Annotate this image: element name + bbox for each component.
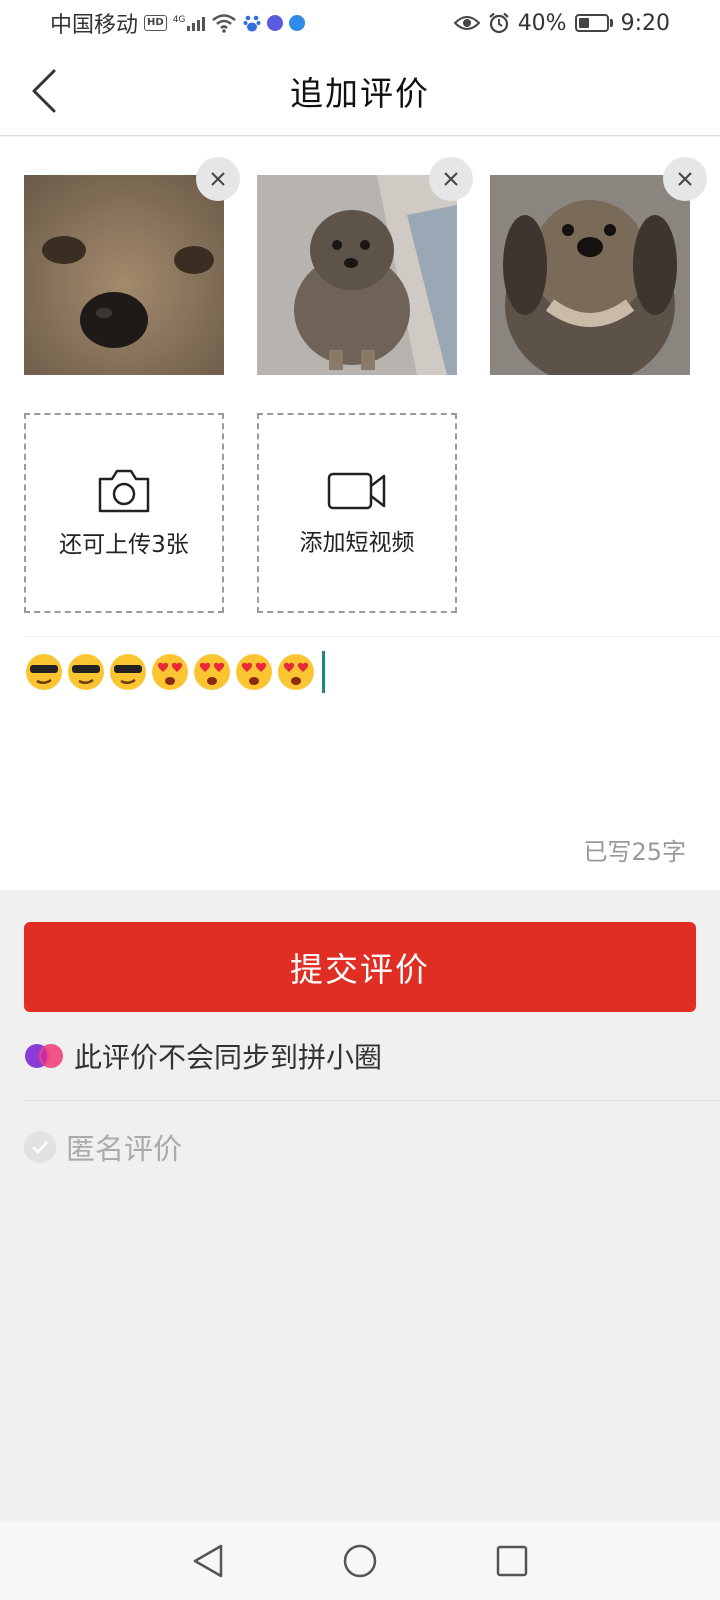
signal-icon: 4G <box>173 15 206 31</box>
hd-icon: HD <box>144 15 167 31</box>
text-caret <box>322 651 325 693</box>
battery-percent: 40% <box>517 10 567 36</box>
status-bar: 中国移动 HD 4G 40% 9:20 <box>0 0 720 46</box>
square-recents-icon <box>496 1545 528 1577</box>
cool-face-emoji <box>110 654 146 690</box>
add-video-label: 添加短视频 <box>299 530 415 556</box>
char-count: 已写25字 <box>583 838 686 866</box>
triangle-back-icon <box>193 1544 223 1578</box>
network-type-label: 4G <box>172 15 186 25</box>
submit-review-button[interactable]: 提交评价 <box>24 922 696 1012</box>
heart-eyes-emoji <box>278 654 314 690</box>
close-icon <box>211 172 225 186</box>
remove-photo-button[interactable] <box>429 157 473 201</box>
dog-portrait-photo[interactable] <box>490 175 690 375</box>
back-arrow-icon <box>32 69 56 113</box>
eye-icon <box>453 16 480 30</box>
nav-back-button[interactable] <box>184 1537 232 1585</box>
video-camera-icon <box>327 472 386 510</box>
header: 追加评价 <box>0 46 720 136</box>
anonymous-label: 匿名评价 <box>66 1132 183 1166</box>
review-content: 还可上传3张 添加短视频 已写25字 <box>0 137 720 890</box>
heart-eyes-emoji <box>236 654 272 690</box>
browser-app-icon <box>289 15 306 31</box>
heart-eyes-emoji <box>194 654 230 690</box>
add-video-button[interactable]: 添加短视频 <box>257 413 457 613</box>
remove-photo-button[interactable] <box>196 157 240 201</box>
cool-face-emoji <box>68 654 104 690</box>
heart-eyes-emoji <box>152 654 188 690</box>
dog-sitting-photo[interactable] <box>257 175 457 375</box>
camera-icon <box>98 469 150 513</box>
paw-app-icon <box>243 15 261 32</box>
wifi-icon <box>212 14 237 33</box>
circle-home-icon <box>343 1544 377 1578</box>
carrier-label: 中国移动 <box>50 13 139 38</box>
checkmark-icon[interactable] <box>24 1131 56 1163</box>
page-title: 追加评价 <box>290 73 430 113</box>
system-nav-bar <box>0 1522 720 1600</box>
divider <box>24 1100 720 1101</box>
music-app-icon <box>267 15 284 31</box>
nav-home-button[interactable] <box>336 1537 384 1585</box>
nav-recents-button[interactable] <box>488 1537 536 1585</box>
clock: 9:20 <box>620 10 670 36</box>
divider <box>24 636 720 637</box>
dog-closeup-photo[interactable] <box>24 175 224 375</box>
upload-photo-button[interactable]: 还可上传3张 <box>24 413 224 613</box>
alarm-icon <box>488 12 509 34</box>
anonymous-toggle[interactable]: 匿名评价 <box>24 1126 182 1168</box>
close-icon <box>444 172 458 186</box>
review-text-input[interactable] <box>24 651 325 693</box>
upload-photo-label: 还可上传3张 <box>59 532 189 558</box>
close-icon <box>678 172 692 186</box>
back-button[interactable] <box>22 64 66 118</box>
pinxiaoquan-logo-icon <box>25 1044 63 1068</box>
sync-note-text: 此评价不会同步到拼小圈 <box>74 1041 383 1074</box>
battery-icon <box>574 14 613 32</box>
remove-photo-button[interactable] <box>663 157 707 201</box>
sync-note: 此评价不会同步到拼小圈 <box>24 1036 382 1076</box>
cool-face-emoji <box>26 654 62 690</box>
